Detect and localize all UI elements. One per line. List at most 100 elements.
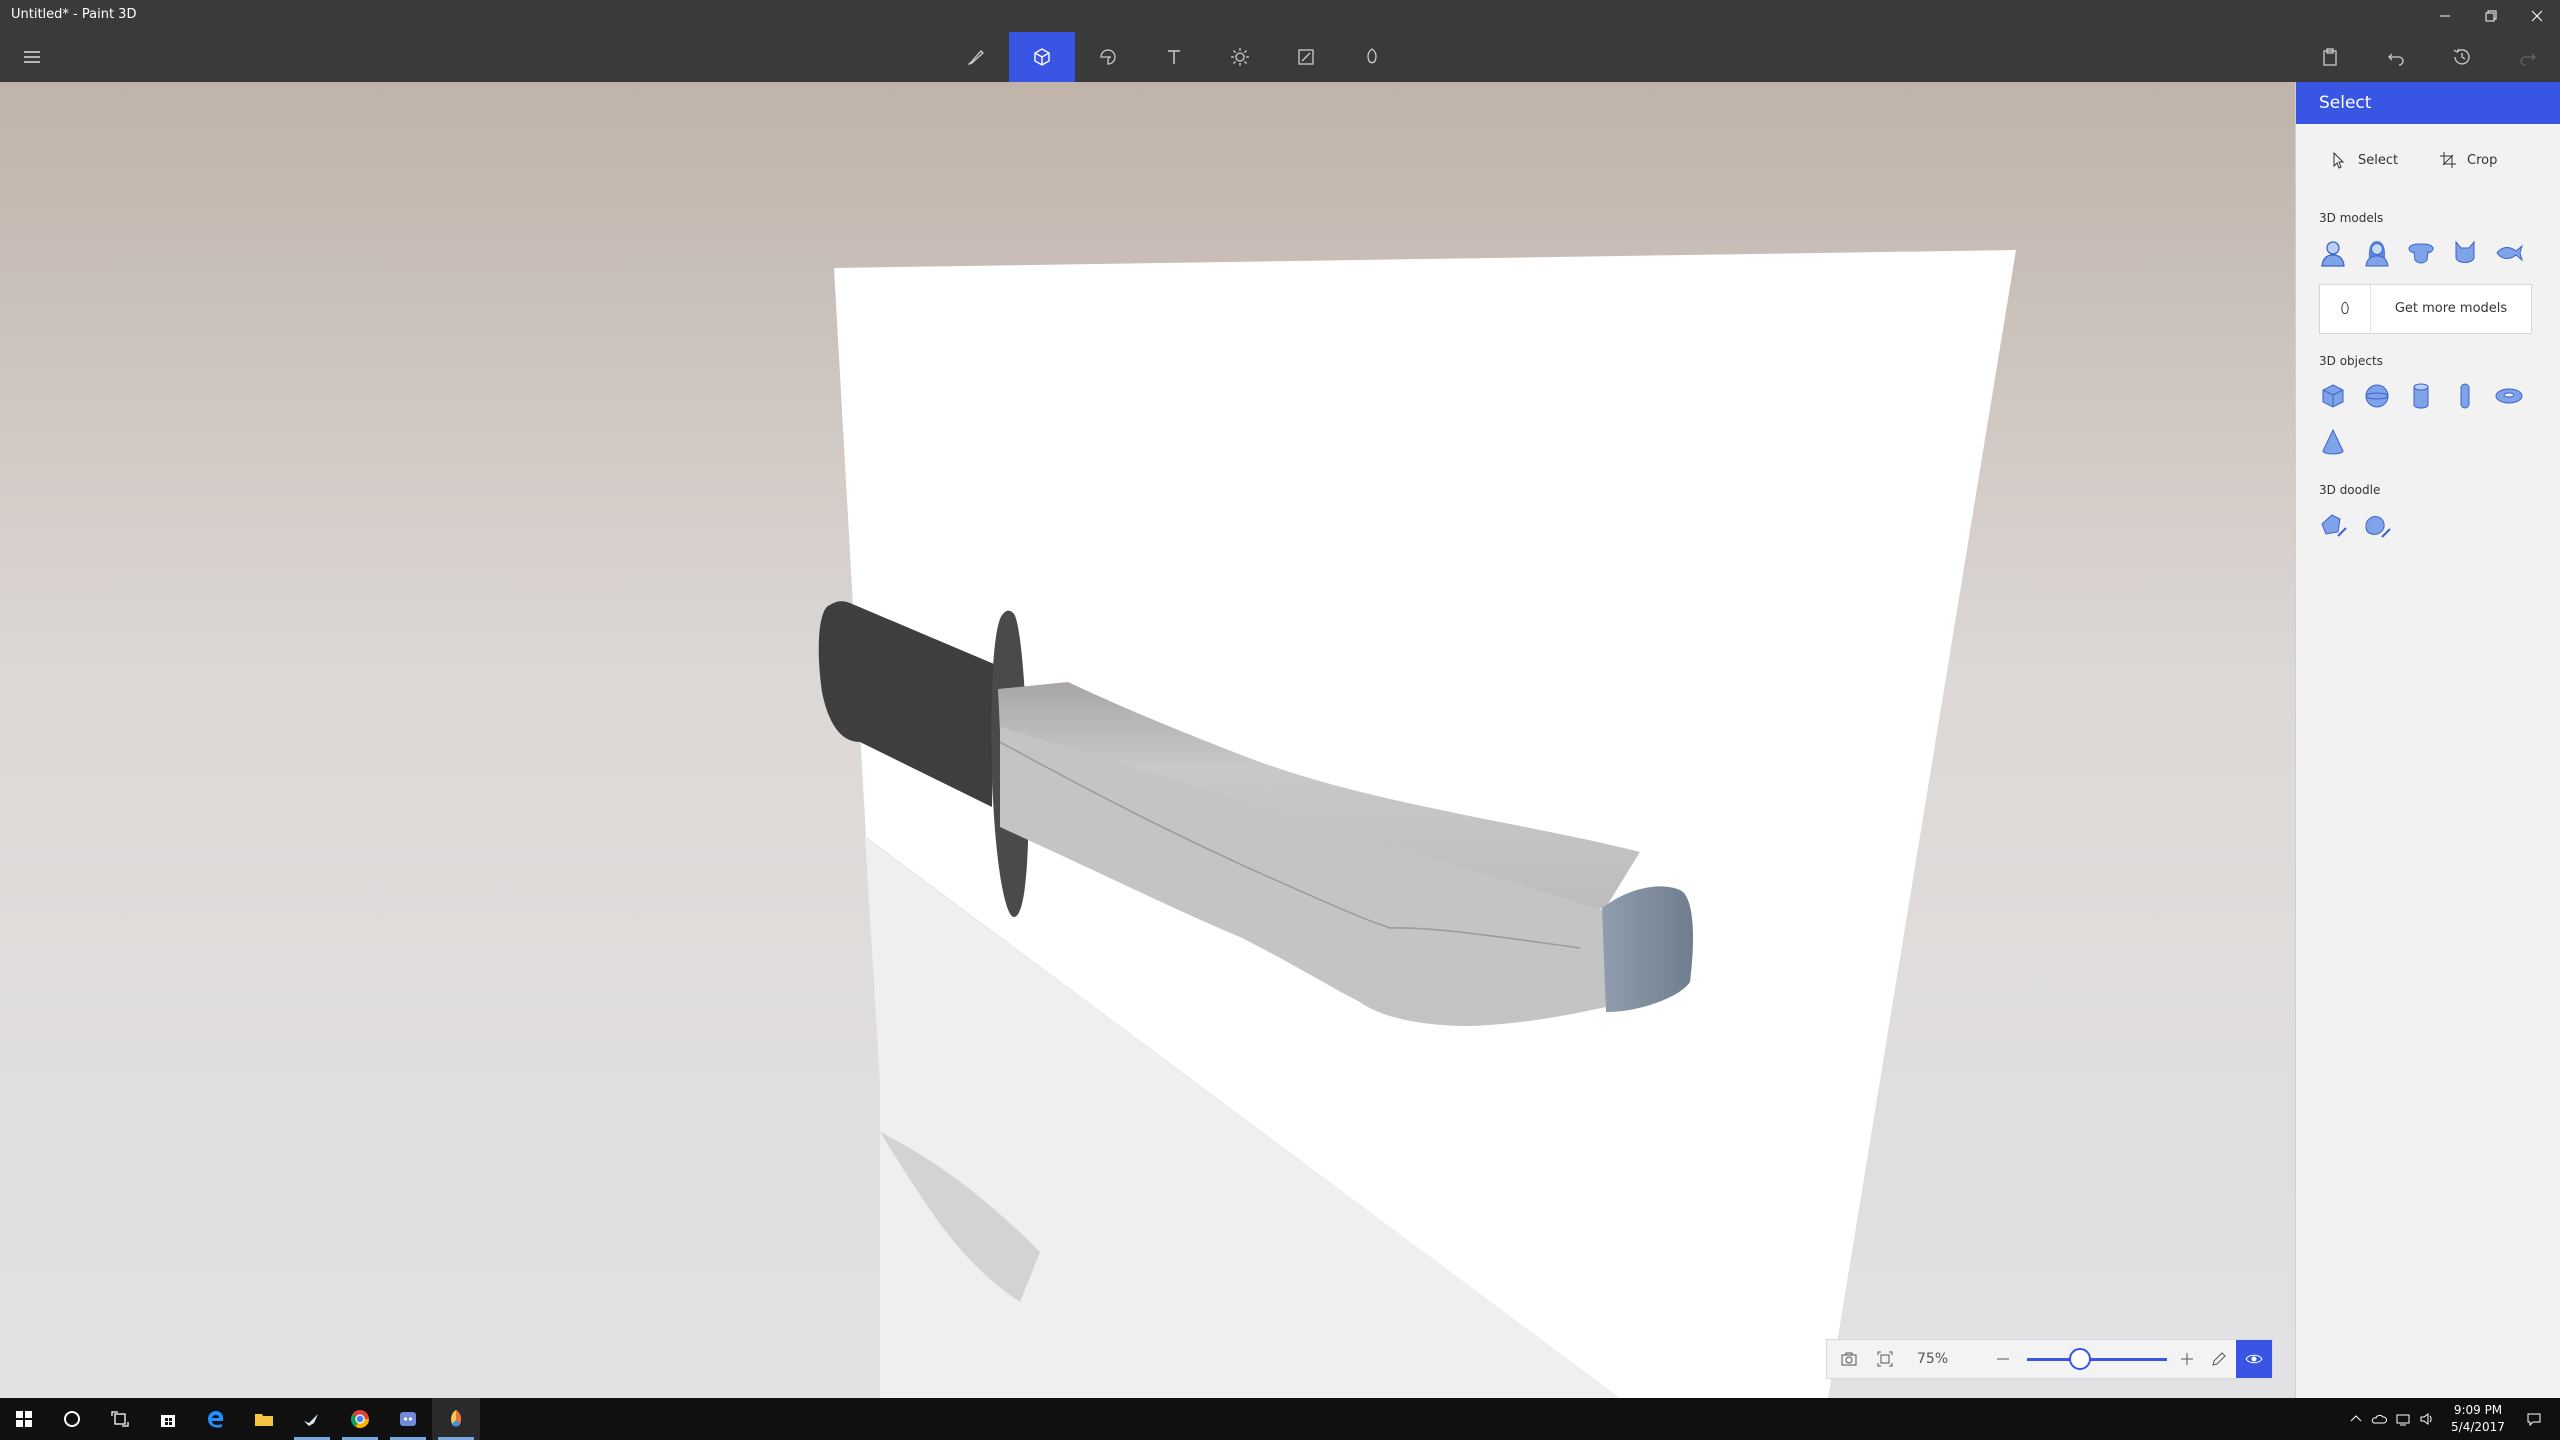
- restore-icon: [2485, 10, 2497, 22]
- history-icon: [2453, 48, 2470, 65]
- screenshot-button[interactable]: [1831, 1340, 1867, 1378]
- minimize-button[interactable]: [2422, 0, 2468, 32]
- torus-object-button[interactable]: [2491, 378, 2527, 414]
- fit-to-screen-button[interactable]: [1867, 1340, 1903, 1378]
- action-center-button[interactable]: [2514, 1398, 2554, 1440]
- capsule-object-button[interactable]: [2447, 378, 2483, 414]
- sphere-icon: [2365, 384, 2389, 408]
- close-button[interactable]: [2514, 0, 2560, 32]
- cone-object-button[interactable]: [2315, 424, 2351, 460]
- discord-button[interactable]: [384, 1398, 432, 1440]
- paste-icon: [2323, 48, 2337, 66]
- zoom-slider-track[interactable]: [2027, 1358, 2167, 1361]
- cortana-button[interactable]: [48, 1398, 96, 1440]
- tray-chevron[interactable]: [2346, 1398, 2366, 1440]
- side-panel: Select Select Crop 3D models Get more mo…: [2295, 82, 2560, 1398]
- torus-icon: [2495, 388, 2523, 404]
- window-title: Untitled* - Paint 3D: [11, 7, 137, 22]
- taskbar-clock[interactable]: 9:09 PM 5/4/2017: [2438, 1402, 2518, 1436]
- view-3d-button[interactable]: [2236, 1340, 2272, 1378]
- tray-network[interactable]: [2392, 1398, 2414, 1440]
- pointer-icon: [2333, 151, 2345, 169]
- man-model-icon: [2321, 241, 2345, 267]
- paste-button[interactable]: [2297, 32, 2363, 82]
- chrome-button[interactable]: [336, 1398, 384, 1440]
- crop-icon: [2440, 152, 2456, 168]
- eye-icon: [2245, 1354, 2263, 1364]
- 3d-scene: [0, 82, 2295, 1398]
- remix-icon: [1367, 48, 1377, 64]
- close-icon: [2531, 10, 2543, 22]
- crop-button[interactable]: Crop: [2439, 142, 2497, 178]
- menu-button[interactable]: [0, 32, 64, 82]
- zoom-in-button[interactable]: [2171, 1340, 2203, 1378]
- woman-model-button[interactable]: [2359, 235, 2395, 271]
- title-bar: Untitled* - Paint 3D: [0, 0, 2560, 32]
- cylinder-object-button[interactable]: [2403, 378, 2439, 414]
- edge-button[interactable]: [192, 1398, 240, 1440]
- sun-icon: [1231, 48, 1249, 66]
- fit-screen-icon: [1877, 1351, 1893, 1367]
- sticker-icon: [1100, 49, 1116, 65]
- tool-remix3d[interactable]: [1339, 32, 1405, 82]
- objects-heading: 3D objects: [2319, 354, 2383, 368]
- sharp-doodle-button[interactable]: [2315, 507, 2351, 543]
- canvas-icon: [1298, 49, 1314, 65]
- steam-button[interactable]: [288, 1398, 336, 1440]
- soft-doodle-icon: [2365, 516, 2391, 538]
- zoom-out-button[interactable]: [1987, 1340, 2019, 1378]
- dog-model-button[interactable]: [2403, 235, 2439, 271]
- cat-model-button[interactable]: [2447, 235, 2483, 271]
- tray-volume[interactable]: [2416, 1398, 2438, 1440]
- sharp-doodle-icon: [2321, 514, 2347, 537]
- man-model-button[interactable]: [2315, 235, 2351, 271]
- brush-icon: [967, 50, 984, 65]
- notification-icon: [2527, 1413, 2541, 1427]
- select-label: Select: [2358, 152, 2399, 168]
- paint3d-button[interactable]: [432, 1398, 480, 1440]
- start-icon: [16, 1411, 32, 1427]
- minus-icon: [1997, 1358, 2009, 1360]
- zoom-slider-thumb[interactable]: [2068, 1348, 2091, 1370]
- start-button[interactable]: [0, 1398, 48, 1440]
- pencil-icon: [2212, 1352, 2226, 1366]
- tool-stickers[interactable]: [1075, 32, 1141, 82]
- fish-model-button[interactable]: [2491, 235, 2527, 271]
- doodle-heading: 3D doodle: [2319, 483, 2381, 497]
- edit-view-button[interactable]: [2203, 1340, 2235, 1378]
- sphere-object-button[interactable]: [2359, 378, 2395, 414]
- woman-model-icon: [2365, 241, 2389, 267]
- tool-text[interactable]: [1141, 32, 1207, 82]
- redo-button[interactable]: [2495, 32, 2560, 82]
- task-view-button[interactable]: [96, 1398, 144, 1440]
- history-button[interactable]: [2429, 32, 2495, 82]
- main-toolbar: [0, 32, 2560, 82]
- tray-onedrive[interactable]: [2368, 1398, 2390, 1440]
- tool-3d-shapes[interactable]: [1009, 32, 1075, 82]
- cat-model-icon: [2455, 240, 2475, 263]
- soft-doodle-button[interactable]: [2359, 507, 2395, 543]
- tool-brushes[interactable]: [943, 32, 1009, 82]
- tool-effects[interactable]: [1207, 32, 1273, 82]
- store-icon: [161, 1415, 175, 1427]
- store-button[interactable]: [144, 1398, 192, 1440]
- edge-icon: [208, 1411, 224, 1428]
- file-explorer-button[interactable]: [240, 1398, 288, 1440]
- cylinder-icon: [2413, 383, 2429, 409]
- restore-button[interactable]: [2468, 0, 2514, 32]
- cube-object-button[interactable]: [2315, 378, 2351, 414]
- dog-model-icon: [2408, 243, 2434, 264]
- select-button[interactable]: Select: [2330, 142, 2398, 178]
- undo-button[interactable]: [2363, 32, 2429, 82]
- file-explorer-icon: [255, 1414, 273, 1426]
- cortana-icon: [64, 1411, 80, 1427]
- drawing-canvas[interactable]: 75%: [0, 82, 2295, 1398]
- text-icon: [1168, 50, 1180, 64]
- discord-icon: [400, 1412, 416, 1426]
- volume-icon: [2420, 1413, 2432, 1425]
- plus-icon: [2181, 1353, 2193, 1365]
- tool-canvas[interactable]: [1273, 32, 1339, 82]
- get-more-models-label: Get more models: [2394, 301, 2508, 316]
- get-more-models-button[interactable]: Get more models: [2319, 284, 2532, 334]
- panel-title: Select: [2296, 82, 2560, 124]
